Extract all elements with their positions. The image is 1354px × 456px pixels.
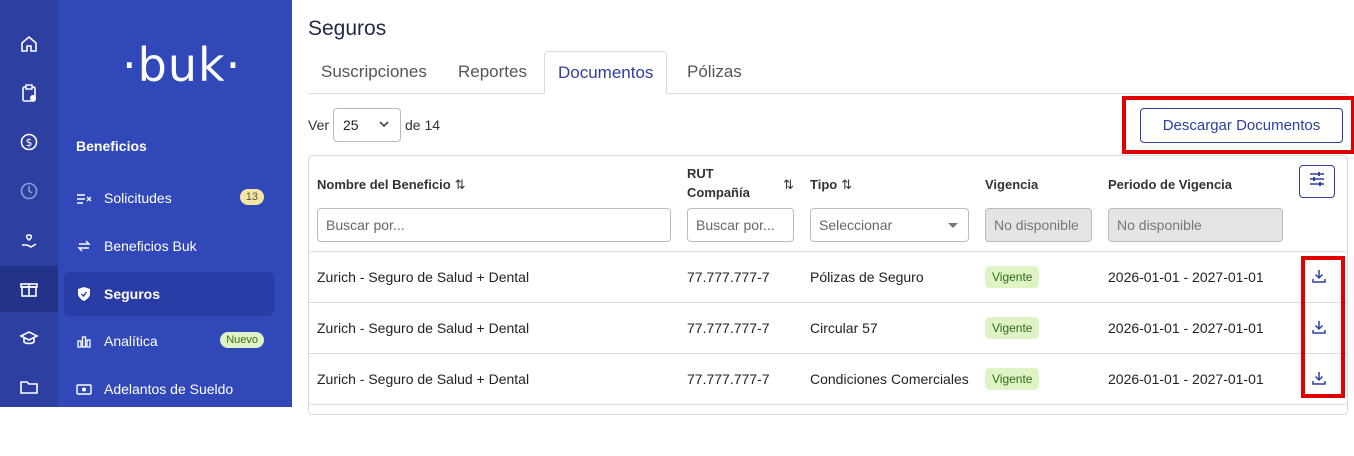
filter-periodo-disabled: No disponible	[1108, 208, 1283, 242]
caret-down-icon	[948, 223, 958, 228]
table-row: Zurich - Seguro de Salud + Dental 77.777…	[309, 353, 1347, 405]
sidebar-item-beneficios-buk[interactable]: Beneficios Buk	[64, 224, 274, 268]
filter-rut-input[interactable]: Buscar por...	[687, 208, 794, 242]
count-badge: 13	[239, 189, 264, 205]
documents-table: Nombre del Beneficio ⇅ RUT Compañía ⇅ Tipo…	[308, 155, 1348, 415]
clock-icon[interactable]	[17, 179, 41, 203]
cell-tipo: Circular 57	[810, 320, 878, 336]
chevron-down-icon	[378, 118, 390, 133]
filter-nombre-input[interactable]: Buscar por...	[317, 208, 671, 242]
sidebar-item-seguros[interactable]: Seguros	[64, 272, 274, 316]
chart-icon	[76, 333, 92, 349]
sort-icon[interactable]: ⇅	[783, 177, 794, 193]
tab-bar: Suscripciones Reportes Documentos Póliza…	[308, 51, 1348, 94]
header-tipo[interactable]: Tipo ⇅	[810, 177, 852, 193]
status-badge: Vigente	[985, 368, 1040, 390]
home-icon[interactable]	[17, 32, 41, 56]
status-badge: Vigente	[985, 317, 1040, 339]
cell-rut: 77.777.777-7	[687, 320, 770, 336]
download-documents-button[interactable]: Descargar Documentos	[1140, 108, 1343, 143]
main-content: Seguros Suscripciones Reportes Documento…	[292, 0, 1354, 415]
status-badge: Vigente	[985, 266, 1040, 288]
cell-rut: 77.777.777-7	[687, 371, 770, 387]
icon-rail: $	[0, 0, 58, 407]
filter-tipo-value: Seleccionar	[819, 217, 893, 233]
pager-ver-label: Ver	[308, 117, 330, 133]
dollar-icon[interactable]: $	[17, 130, 41, 154]
sidebar-item-label: Adelantos de Sueldo	[104, 381, 234, 397]
sort-icon[interactable]: ⇅	[841, 177, 852, 192]
shield-icon	[76, 286, 92, 302]
header-nombre[interactable]: Nombre del Beneficio ⇅	[317, 177, 466, 193]
cell-tipo: Pólizas de Seguro	[810, 269, 924, 285]
sort-icon[interactable]: ⇅	[455, 177, 466, 192]
svg-text:$: $	[26, 136, 33, 149]
cell-nombre: Zurich - Seguro de Salud + Dental	[317, 269, 530, 285]
page-title: Seguros	[308, 17, 387, 40]
buk-logo: ·buk·	[122, 38, 242, 92]
swap-icon	[76, 238, 92, 254]
column-settings-button[interactable]	[1299, 165, 1335, 198]
folder-icon[interactable]	[17, 375, 41, 399]
cell-periodo: 2026-01-01 - 2027-01-01	[1108, 320, 1264, 336]
filter-tipo-select[interactable]: Seleccionar	[810, 208, 969, 242]
new-badge: Nuevo	[220, 332, 264, 348]
tab-polizas[interactable]: Pólizas	[674, 51, 755, 93]
sidebar-item-analitica[interactable]: Analítica Nuevo	[64, 319, 274, 363]
sidebar-section-title: Beneficios	[76, 138, 147, 154]
sidebar-item-label: Analítica	[104, 333, 158, 349]
tab-documentos[interactable]: Documentos	[544, 51, 668, 94]
tab-reportes[interactable]: Reportes	[445, 51, 540, 93]
sidebar: ·buk· Beneficios Solicitudes 13 Benefici…	[58, 0, 292, 407]
sliders-icon	[1308, 170, 1326, 193]
list-check-icon	[76, 190, 92, 206]
cell-periodo: 2026-01-01 - 2027-01-01	[1108, 371, 1264, 387]
sidebar-item-solicitudes[interactable]: Solicitudes 13	[64, 176, 274, 220]
sidebar-item-label: Solicitudes	[104, 190, 172, 206]
filter-vigencia-disabled: No disponible	[985, 208, 1092, 242]
cell-nombre: Zurich - Seguro de Salud + Dental	[317, 320, 530, 336]
page-size-value: 25	[343, 117, 359, 133]
header-periodo: Periodo de Vigencia	[1108, 177, 1233, 192]
graduation-cap-icon[interactable]	[17, 326, 41, 350]
table-row	[309, 404, 1347, 456]
sidebar-item-adelantos[interactable]: Adelantos de Sueldo	[64, 367, 274, 411]
page-size-select[interactable]: 25	[333, 108, 401, 142]
sidebar-item-label: Beneficios Buk	[104, 238, 197, 254]
cell-nombre: Zurich - Seguro de Salud + Dental	[317, 371, 530, 387]
cash-icon	[76, 381, 92, 397]
pager-total-label: de 14	[405, 117, 441, 133]
header-rut[interactable]: RUT Compañía	[687, 166, 750, 200]
hand-heart-icon[interactable]	[17, 229, 41, 253]
cell-rut: 77.777.777-7	[687, 269, 770, 285]
tab-suscripciones[interactable]: Suscripciones	[308, 51, 440, 93]
clipboard-icon[interactable]	[17, 81, 41, 105]
sidebar-item-label: Seguros	[104, 286, 161, 302]
highlight-box-row-downloads	[1301, 256, 1345, 398]
header-vigencia: Vigencia	[985, 177, 1039, 192]
gift-icon[interactable]	[17, 277, 41, 301]
cell-tipo: Condiciones Comerciales	[810, 371, 969, 387]
cell-periodo: 2026-01-01 - 2027-01-01	[1108, 269, 1264, 285]
table-row: Zurich - Seguro de Salud + Dental 77.777…	[309, 302, 1347, 354]
table-row: Zurich - Seguro de Salud + Dental 77.777…	[309, 251, 1347, 303]
